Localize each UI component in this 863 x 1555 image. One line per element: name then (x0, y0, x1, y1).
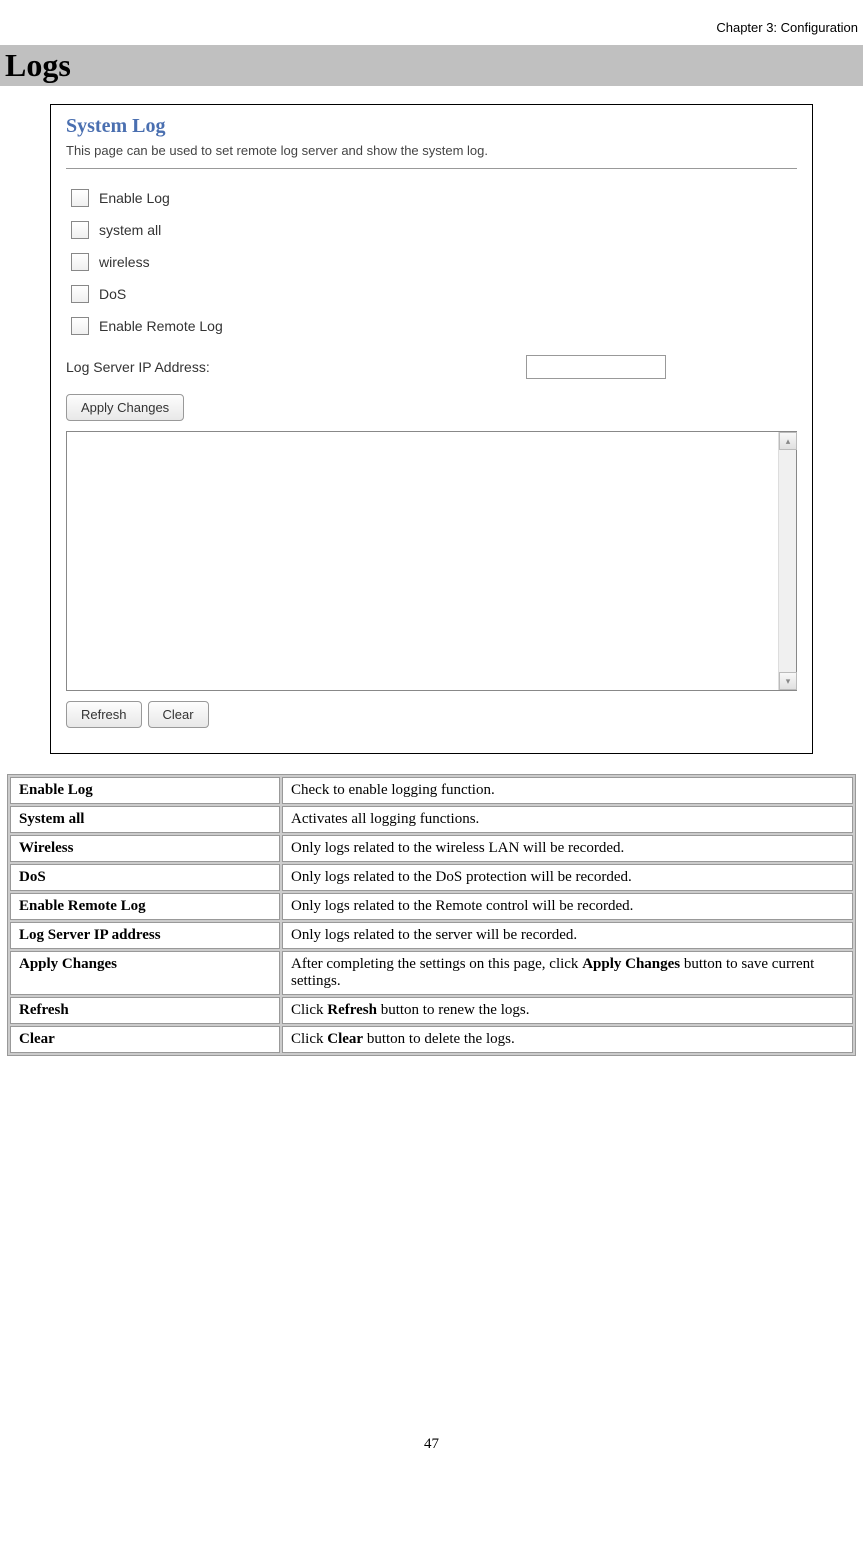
table-desc-cell: Only logs related to the DoS protection … (282, 864, 853, 891)
table-row: DoSOnly logs related to the DoS protecti… (10, 864, 853, 891)
scroll-down-icon[interactable]: ▾ (779, 672, 797, 690)
table-label-cell: System all (10, 806, 280, 833)
checkbox-icon[interactable] (71, 285, 89, 303)
table-desc-cell: Click Clear button to delete the logs. (282, 1026, 853, 1053)
checkbox-label: system all (99, 222, 161, 238)
scrollbar[interactable]: ▴ ▾ (778, 432, 796, 690)
table-row: Apply ChangesAfter completing the settin… (10, 951, 853, 995)
page-header: Chapter 3: Configuration (0, 0, 863, 35)
table-label-cell: Enable Log (10, 777, 280, 804)
system-log-description: This page can be used to set remote log … (66, 143, 797, 158)
table-label-cell: Apply Changes (10, 951, 280, 995)
checkbox-dos[interactable]: DoS (66, 285, 797, 303)
table-desc-cell: Only logs related to the server will be … (282, 922, 853, 949)
checkbox-icon[interactable] (71, 221, 89, 239)
table-label-cell: Wireless (10, 835, 280, 862)
page-number: 47 (0, 1436, 863, 1453)
checkbox-system-all[interactable]: system all (66, 221, 797, 239)
apply-changes-button[interactable]: Apply Changes (66, 394, 184, 421)
table-row: Enable Remote LogOnly logs related to th… (10, 893, 853, 920)
table-row: RefreshClick Refresh button to renew the… (10, 997, 853, 1024)
table-desc-cell: Check to enable logging function. (282, 777, 853, 804)
table-label-cell: Refresh (10, 997, 280, 1024)
table-label-cell: DoS (10, 864, 280, 891)
table-label-cell: Log Server IP address (10, 922, 280, 949)
checkbox-icon[interactable] (71, 189, 89, 207)
section-title: Logs (0, 45, 863, 86)
table-desc-cell: Activates all logging functions. (282, 806, 853, 833)
checkbox-enable-log[interactable]: Enable Log (66, 189, 797, 207)
table-row: Log Server IP addressOnly logs related t… (10, 922, 853, 949)
ip-address-input[interactable] (526, 355, 666, 379)
checkbox-label: DoS (99, 286, 126, 302)
table-label-cell: Clear (10, 1026, 280, 1053)
table-row: System allActivates all logging function… (10, 806, 853, 833)
table-desc-cell: After completing the settings on this pa… (282, 951, 853, 995)
checkbox-enable-remote-log[interactable]: Enable Remote Log (66, 317, 797, 335)
description-table: Enable LogCheck to enable logging functi… (7, 774, 856, 1056)
table-desc-cell: Only logs related to the Remote control … (282, 893, 853, 920)
checkbox-label: wireless (99, 254, 150, 270)
table-row: ClearClick Clear button to delete the lo… (10, 1026, 853, 1053)
log-textarea[interactable]: ▴ ▾ (66, 431, 797, 691)
table-desc-cell: Click Refresh button to renew the logs. (282, 997, 853, 1024)
scroll-up-icon[interactable]: ▴ (779, 432, 797, 450)
ip-address-row: Log Server IP Address: (66, 355, 797, 379)
table-row: WirelessOnly logs related to the wireles… (10, 835, 853, 862)
clear-button[interactable]: Clear (148, 701, 209, 728)
checkbox-wireless[interactable]: wireless (66, 253, 797, 271)
ip-address-label: Log Server IP Address: (66, 359, 526, 375)
divider (66, 168, 797, 169)
table-desc-cell: Only logs related to the wireless LAN wi… (282, 835, 853, 862)
checkbox-label: Enable Remote Log (99, 318, 223, 334)
apply-button-row: Apply Changes (66, 394, 797, 421)
table-row: Enable LogCheck to enable logging functi… (10, 777, 853, 804)
checkbox-icon[interactable] (71, 253, 89, 271)
refresh-button[interactable]: Refresh (66, 701, 142, 728)
table-label-cell: Enable Remote Log (10, 893, 280, 920)
checkbox-label: Enable Log (99, 190, 170, 206)
system-log-title: System Log (66, 115, 797, 138)
checkbox-icon[interactable] (71, 317, 89, 335)
bottom-button-row: Refresh Clear (66, 701, 797, 728)
system-log-panel: System Log This page can be used to set … (50, 104, 813, 754)
